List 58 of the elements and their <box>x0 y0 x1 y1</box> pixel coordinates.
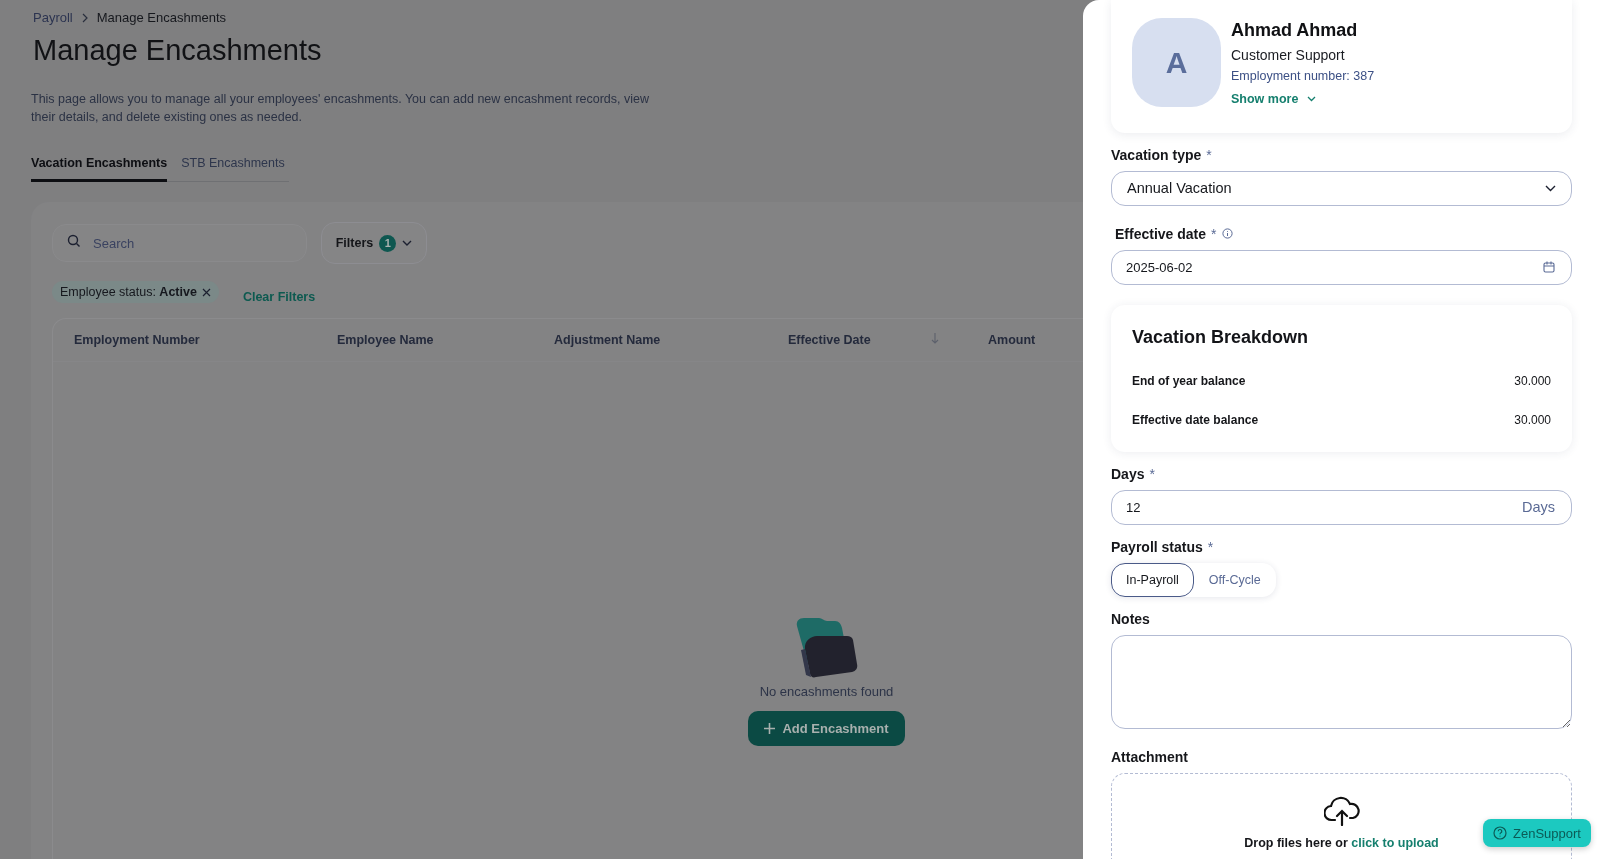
chevron-down-icon <box>402 239 413 247</box>
support-button[interactable]: ZenSupport <box>1483 819 1591 847</box>
balance-value: 30.000 <box>1514 374 1551 389</box>
required-asterisk: * <box>1207 538 1214 555</box>
field-label: Notes <box>1111 610 1150 627</box>
days-field[interactable]: 12 Days <box>1111 489 1572 525</box>
chevron-down-icon <box>1307 96 1317 102</box>
column-header[interactable]: Employee Name <box>337 333 450 347</box>
search-icon <box>67 234 81 248</box>
breadcrumb-item[interactable]: Payroll <box>33 10 73 25</box>
vacation-type-select[interactable]: Annual Vacation <box>1111 171 1572 206</box>
filters-button[interactable]: Filters 1 <box>321 222 427 264</box>
required-asterisk: * <box>1206 147 1212 163</box>
upload-cloud-icon <box>1323 796 1360 826</box>
column-header[interactable]: Effective Date <box>788 333 955 347</box>
empty-state-message: No encashments found <box>759 684 894 699</box>
add-encashment-button[interactable]: Add Encashment <box>748 711 905 746</box>
required-asterisk: * <box>1149 465 1155 482</box>
breadcrumb-item: Manage Encashments <box>96 10 227 25</box>
chevron-right-icon <box>80 12 89 23</box>
filter-chip-label: Employee status: Active <box>60 285 197 299</box>
calendar-icon[interactable] <box>1543 261 1555 274</box>
employee-department: Customer Support <box>1231 47 1346 63</box>
balance-label: End of year balance <box>1132 374 1246 389</box>
toggle-option[interactable]: Off-Cycle <box>1193 562 1276 597</box>
column-header[interactable]: Amount <box>988 333 1052 347</box>
field-label: Payroll status <box>1111 538 1203 555</box>
required-asterisk: * <box>1211 225 1217 242</box>
field-label: Attachment <box>1111 749 1188 765</box>
balance-label: Effective date balance <box>1132 413 1259 428</box>
employee-name: Ahmad Ahmad <box>1231 20 1359 41</box>
page-title: Manage Encashments <box>33 34 322 67</box>
breakdown-title: Vacation Breakdown <box>1132 326 1310 348</box>
employment-number: Employment number: 387 <box>1231 69 1375 83</box>
search-field[interactable]: Search <box>52 224 307 262</box>
tab[interactable]: Vacation Encashments <box>31 148 168 182</box>
page-description: This page allows you to manage all your employees' encashments. You can add new encashment records, view their details, and delete existing ones as needed. <box>31 91 651 126</box>
upload-link[interactable]: click to upload <box>1351 836 1439 850</box>
field-label: Effective date <box>1115 225 1207 242</box>
avatar: A <box>1132 18 1221 107</box>
plus-icon <box>764 723 776 734</box>
filter-count-badge: 1 <box>379 234 397 252</box>
column-header[interactable]: Employment Number <box>74 333 216 347</box>
column-header[interactable]: Adjustment Name <box>554 333 677 347</box>
help-icon <box>1493 826 1507 840</box>
date-field[interactable]: 2025-06-02 <box>1111 249 1572 285</box>
show-more-link[interactable]: Show more <box>1231 92 1375 106</box>
balance-value: 30.000 <box>1514 413 1551 428</box>
drop-instructions: Drop files here or <box>1244 836 1348 850</box>
notes-field[interactable] <box>1111 634 1572 729</box>
toggle-option[interactable]: In-Payroll <box>1111 562 1194 597</box>
chevron-down-icon <box>1545 184 1556 192</box>
unit-label: Days <box>1521 499 1555 516</box>
field-label: Days <box>1111 465 1145 482</box>
tab[interactable]: STB Encashments <box>181 148 285 182</box>
info-icon[interactable] <box>1221 228 1233 240</box>
field-label: Vacation type <box>1111 147 1202 163</box>
close-icon[interactable] <box>201 287 211 297</box>
